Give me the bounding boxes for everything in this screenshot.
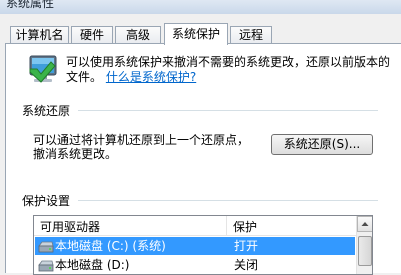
column-header-drives[interactable]: 可用驱动器 xyxy=(40,218,100,235)
divider xyxy=(78,200,378,201)
tab-advanced[interactable]: 高级 xyxy=(115,26,161,44)
protection-status: 关闭 xyxy=(234,258,259,272)
drives-table[interactable]: 可用驱动器 保护 本地磁盘 (C:) (系统) 打开 本地磁盘 (D:) 关闭 xyxy=(33,215,373,275)
system-restore-description-line-1: 可以通过将计算机还原到上一个还原点， xyxy=(33,133,250,147)
window-title: 系统属性 xyxy=(6,0,55,10)
tab-remote[interactable]: 远程 xyxy=(230,26,272,44)
drive-icon xyxy=(38,240,54,253)
tab-strip: 计算机名 硬件 高级 系统保护 远程 xyxy=(0,14,401,45)
scroll-thumb[interactable] xyxy=(358,236,372,266)
system-restore-description: 可以通过将计算机还原到上一个还原点， 撤消系统更改。 xyxy=(33,133,263,161)
column-header-protection[interactable]: 保护 xyxy=(233,218,257,235)
drive-name: 本地磁盘 (C:) (系统) xyxy=(55,239,166,253)
drive-name: 本地磁盘 (D:) xyxy=(55,258,130,272)
protection-settings-title: 保护设置 xyxy=(22,194,71,208)
tab-computer-name[interactable]: 计算机名 xyxy=(10,26,69,44)
column-separator[interactable] xyxy=(226,216,227,235)
divider xyxy=(78,110,378,111)
scroll-up-arrow-icon xyxy=(361,222,369,226)
system-restore-button[interactable]: 系统还原(S)... xyxy=(271,134,373,155)
system-restore-title: 系统还原 xyxy=(22,104,71,118)
what-is-system-protection-link[interactable]: 什么是系统保护? xyxy=(106,70,196,84)
drive-icon xyxy=(38,259,54,272)
system-protection-icon xyxy=(27,53,59,85)
tab-hardware[interactable]: 硬件 xyxy=(71,26,113,44)
intro-paragraph: 可以使用系统保护来撤消不需要的系统更改，还原以前版本的文件。 什么是系统保护? xyxy=(66,55,396,85)
protection-status: 打开 xyxy=(234,239,259,253)
title-bar: 系统属性 xyxy=(0,0,401,14)
table-header: 可用驱动器 保护 xyxy=(34,216,356,236)
tab-system-protection[interactable]: 系统保护 xyxy=(164,23,228,45)
table-row[interactable]: 本地磁盘 (D:) 关闭 xyxy=(35,256,355,274)
vertical-scrollbar[interactable] xyxy=(356,216,372,274)
system-restore-description-line-2: 撤消系统更改。 xyxy=(33,147,118,161)
scroll-up-button[interactable] xyxy=(357,216,372,232)
table-row[interactable]: 本地磁盘 (C:) (系统) 打开 xyxy=(35,237,355,255)
